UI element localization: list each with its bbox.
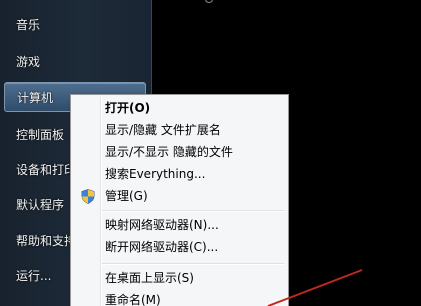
- annotation-arrow-line: [267, 269, 363, 306]
- desktop: 音乐 游戏 计算机 控制面板 设备和打印机 默认程序 帮助和支持 运行... 打…: [0, 0, 421, 306]
